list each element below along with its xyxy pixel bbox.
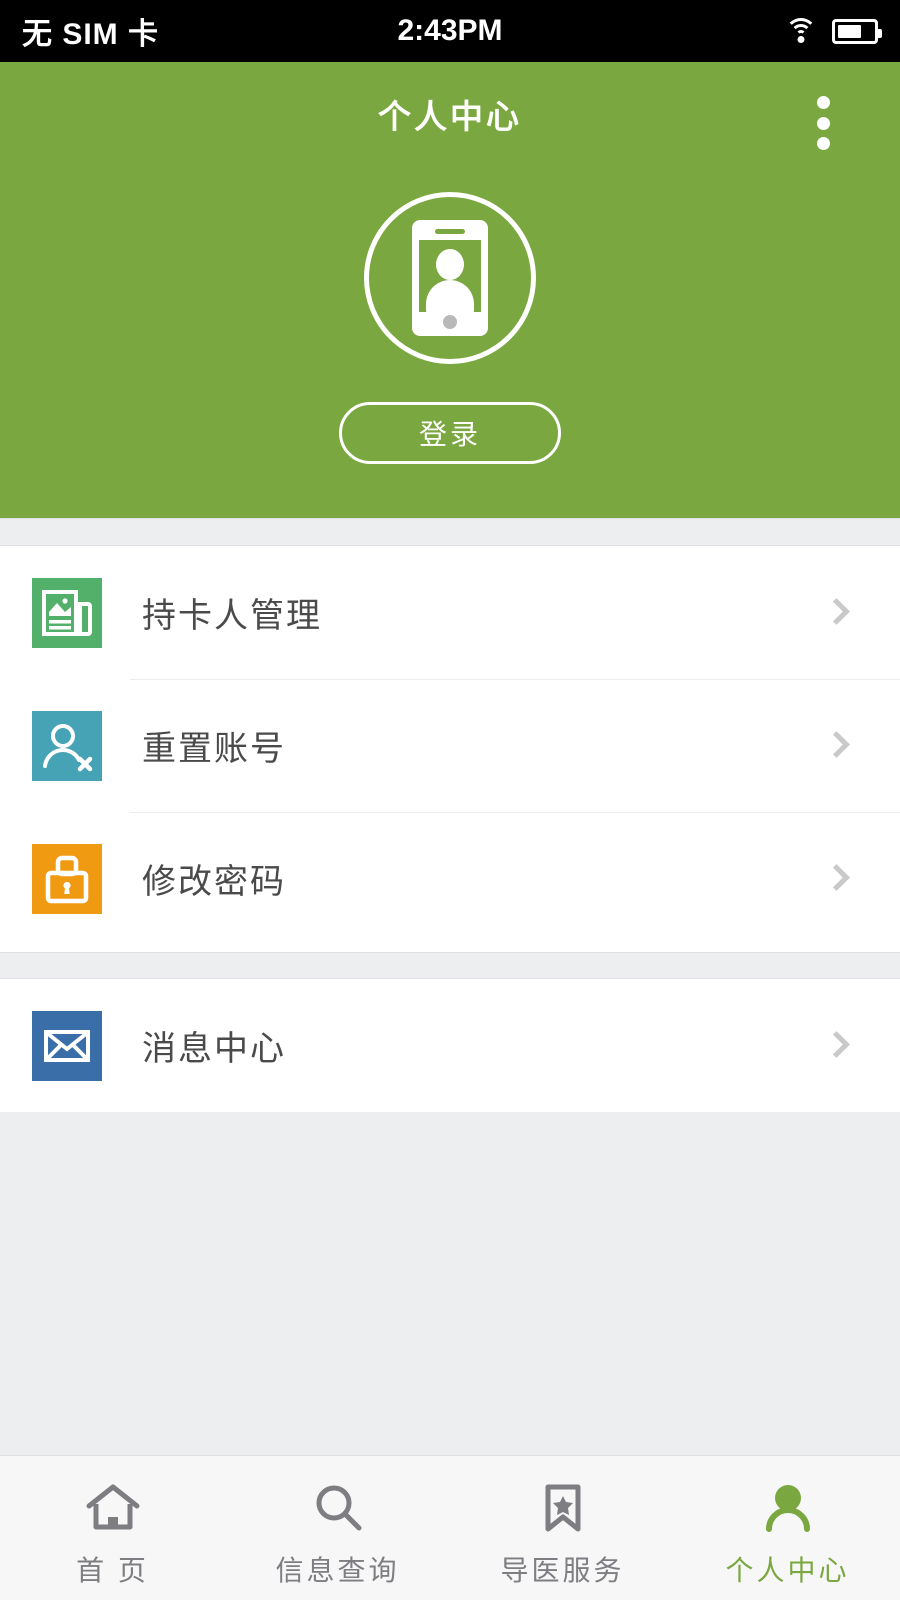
home-icon	[82, 1477, 144, 1539]
tab-information-query[interactable]: 信息查询	[225, 1456, 450, 1600]
page-title: 个人中心	[378, 98, 522, 135]
list-item-message-center[interactable]: 消息中心	[0, 979, 900, 1112]
tab-label: 首 页	[76, 1555, 149, 1586]
wifi-icon	[784, 18, 818, 44]
status-icons	[784, 18, 882, 44]
tab-guide-service[interactable]: 导医服务	[450, 1456, 675, 1600]
user-icon	[757, 1477, 819, 1539]
list-item-label: 重置账号	[142, 730, 286, 768]
status-bar: 无 SIM 卡 2:43PM	[0, 0, 900, 62]
search-icon	[307, 1477, 369, 1539]
bookmark-star-icon	[532, 1477, 594, 1539]
chevron-right-icon	[823, 863, 850, 891]
avatar[interactable]	[364, 192, 536, 364]
list-item-cardholder-management[interactable]: 持卡人管理	[0, 546, 900, 679]
user-reset-icon	[32, 710, 102, 781]
section-gap-top	[0, 518, 900, 546]
chevron-right-icon	[823, 597, 850, 625]
battery-icon	[832, 18, 882, 44]
chevron-right-icon	[823, 1030, 850, 1058]
carrier-label: 无 SIM 卡	[22, 18, 160, 51]
profile-header: 个人中心 登录	[0, 62, 900, 518]
list-item-reset-account[interactable]: 重置账号	[0, 679, 900, 812]
lock-icon	[32, 843, 102, 914]
login-button-label: 登录	[418, 419, 481, 450]
list-item-label: 修改密码	[142, 863, 286, 901]
list-item-label: 消息中心	[142, 1030, 286, 1068]
card-document-icon	[32, 577, 102, 648]
bottom-tab-bar: 首 页 信息查询 导医服务 个人中心	[0, 1455, 900, 1600]
menu-group-messages: 消息中心	[0, 979, 900, 1112]
app-screen: 无 SIM 卡 2:43PM 个人中心 登录 持卡人管理 重置账号 修改密码 消…	[0, 0, 900, 1600]
tab-personal-center[interactable]: 个人中心	[675, 1456, 900, 1600]
menu-group-account: 持卡人管理 重置账号 修改密码	[0, 546, 900, 952]
phone-user-avatar-icon	[412, 220, 488, 336]
list-item-change-password[interactable]: 修改密码	[0, 812, 900, 945]
tab-label: 导医服务	[500, 1555, 625, 1586]
more-vertical-icon[interactable]	[808, 92, 838, 154]
tab-home[interactable]: 首 页	[0, 1456, 225, 1600]
list-item-label: 持卡人管理	[142, 597, 322, 635]
section-gap-middle	[0, 952, 900, 979]
login-button[interactable]: 登录	[339, 402, 561, 464]
envelope-icon	[32, 1010, 102, 1081]
chevron-right-icon	[823, 730, 850, 758]
tab-label: 个人中心	[725, 1555, 850, 1586]
tab-label: 信息查询	[275, 1555, 400, 1586]
